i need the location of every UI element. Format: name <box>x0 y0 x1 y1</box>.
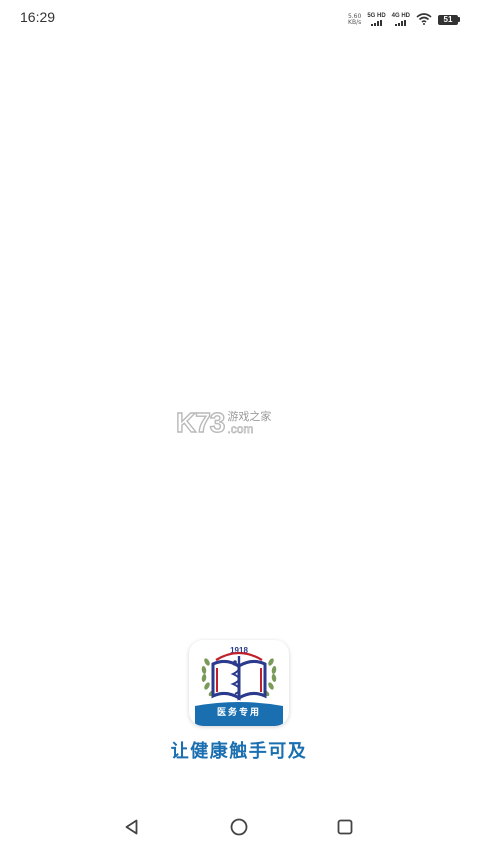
signal-bars-icon <box>395 20 407 26</box>
watermark-mark: K73 <box>175 407 226 438</box>
back-triangle-icon <box>125 819 138 835</box>
signal-4g-label: 4G HD <box>391 13 410 19</box>
signal-5g: 5G HD <box>367 13 386 26</box>
battery-level: 51 <box>438 14 458 25</box>
signal-bars-icon <box>370 20 382 26</box>
status-indicators: 5.60 KB/s 5G HD 4G HD 51 <box>348 10 460 29</box>
app-logo: 1918 医务专用 <box>189 640 289 726</box>
signal-5g-label: 5G HD <box>367 13 386 19</box>
back-button[interactable] <box>121 816 143 838</box>
wifi-icon <box>416 10 432 29</box>
status-bar: 16:29 5.60 KB/s 5G HD 4G HD 51 <box>0 0 478 36</box>
network-speed: 5.60 KB/s <box>348 13 362 26</box>
logo-ribbon-text: 医务专用 <box>216 708 261 718</box>
watermark-domain: .com <box>227 422 254 436</box>
home-circle-icon <box>230 818 248 836</box>
recents-button[interactable] <box>334 816 356 838</box>
splash-screen: 16:29 5.60 KB/s 5G HD 4G HD 51 K73 游戏之家 … <box>0 0 478 850</box>
slogan-text: 让健康触手可及 <box>170 741 308 762</box>
navigation-bar <box>0 808 478 848</box>
recents-square-icon <box>337 819 353 835</box>
battery-icon: 51 <box>438 14 460 25</box>
network-speed-unit: KB/s <box>348 18 362 26</box>
signal-4g: 4G HD <box>392 13 410 26</box>
home-button[interactable] <box>228 816 250 838</box>
watermark-logo: K73 游戏之家 .com <box>175 407 271 438</box>
status-time: 16:29 <box>20 9 56 25</box>
